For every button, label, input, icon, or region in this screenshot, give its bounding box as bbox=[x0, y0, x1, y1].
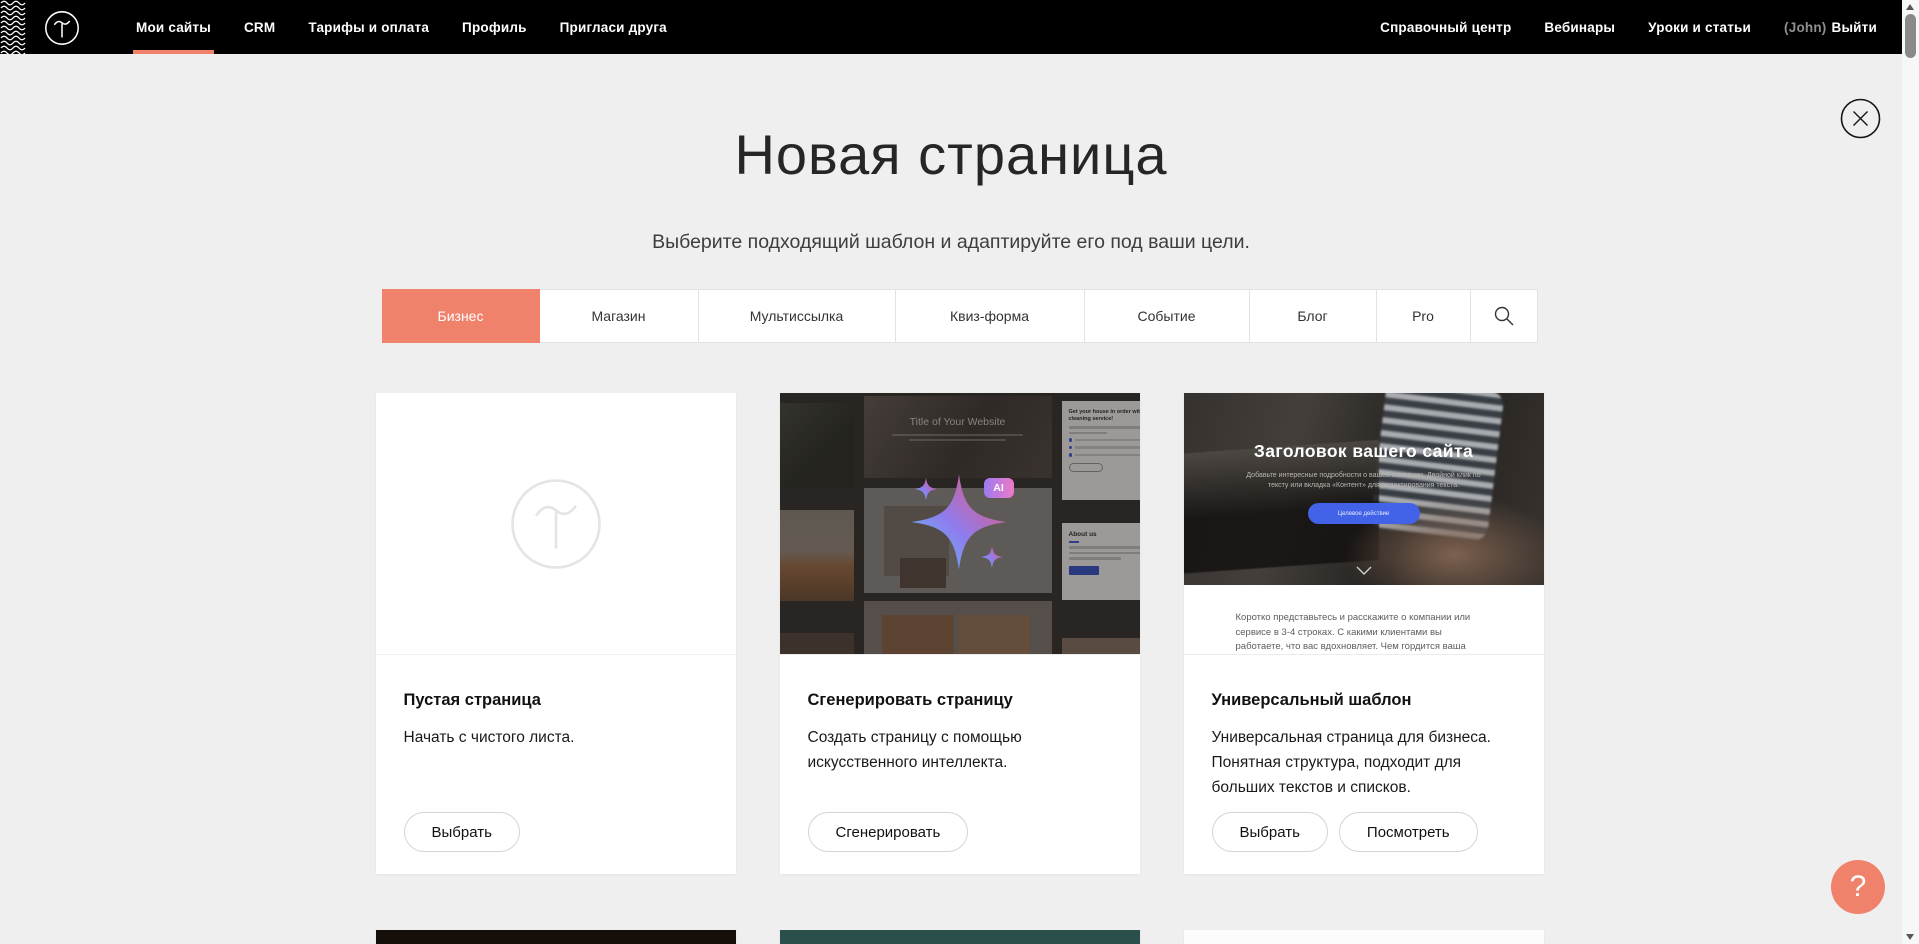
tab-label: Блог bbox=[1297, 308, 1327, 324]
logout-label: Выйти bbox=[1832, 20, 1878, 35]
tab-label: Квиз-форма bbox=[950, 308, 1029, 324]
search-icon bbox=[1493, 305, 1515, 327]
tab-label: Мультиссылка bbox=[750, 308, 844, 324]
choose-button[interactable]: Выбрать bbox=[1212, 812, 1328, 852]
nav-item-label: Тарифы и оплата bbox=[308, 20, 429, 35]
template-card-universal[interactable]: Заголовок вашего сайта Добавьте интересн… bbox=[1184, 393, 1544, 874]
template-card[interactable] bbox=[376, 930, 736, 944]
card-body: Универсальный шаблон Универсальная стран… bbox=[1184, 655, 1544, 874]
card-body: Пустая страница Начать с чистого листа. … bbox=[376, 655, 736, 874]
template-cards-row-2 bbox=[376, 930, 1544, 944]
card-description: Создать страницу с помощью искусственног… bbox=[808, 725, 1088, 775]
help-button[interactable]: ? bbox=[1831, 860, 1885, 914]
card-description: Универсальная страница для бизнеса. Поня… bbox=[1212, 725, 1512, 800]
card-title: Универсальный шаблон bbox=[1212, 691, 1516, 710]
tab-blog[interactable]: Блог bbox=[1250, 289, 1377, 343]
card-title: Пустая страница bbox=[404, 691, 708, 710]
nav-item-label: Справочный центр bbox=[1380, 20, 1511, 35]
tab-label: Бизнес bbox=[438, 308, 484, 324]
tab-business[interactable]: Бизнес bbox=[382, 289, 540, 343]
template-body-section: Коротко представьтесь и расскажите о ком… bbox=[1184, 585, 1544, 654]
nav-item-crm[interactable]: CRM bbox=[244, 0, 275, 54]
navbar-secondary-menu: Справочный центр Вебинары Уроки и статьи… bbox=[1380, 0, 1919, 54]
choose-button[interactable]: Выбрать bbox=[404, 812, 520, 852]
template-preview bbox=[780, 930, 1140, 944]
tab-label: Магазин bbox=[591, 308, 645, 324]
ai-sparkle-icon bbox=[780, 393, 1140, 655]
ai-collage-preview: Title of Your Website Get your house in … bbox=[780, 393, 1140, 655]
template-card-ai-generate[interactable]: Title of Your Website Get your house in … bbox=[780, 393, 1140, 874]
nav-item-label: Уроки и статьи bbox=[1648, 20, 1751, 35]
tab-quiz-form[interactable]: Квиз-форма bbox=[896, 289, 1085, 343]
blank-page-preview bbox=[376, 393, 736, 655]
page-title: Новая страница bbox=[0, 122, 1902, 187]
nav-item-invite-friend[interactable]: Пригласи друга bbox=[560, 0, 667, 54]
navbar-main-menu: Мои сайты CRM Тарифы и оплата Профиль Пр… bbox=[136, 0, 667, 54]
template-body-text: Коротко представьтесь и расскажите о ком… bbox=[1236, 611, 1492, 654]
scrollbar[interactable] bbox=[1902, 0, 1919, 944]
close-icon bbox=[1840, 98, 1881, 139]
tab-shop[interactable]: Магазин bbox=[540, 289, 699, 343]
nav-item-webinars[interactable]: Вебинары bbox=[1544, 0, 1615, 54]
template-preview bbox=[1184, 930, 1544, 944]
scrollbar-down-arrow-icon[interactable] bbox=[1906, 934, 1914, 940]
top-navbar: Мои сайты CRM Тарифы и оплата Профиль Пр… bbox=[0, 0, 1919, 54]
nav-item-lessons[interactable]: Уроки и статьи bbox=[1648, 0, 1751, 54]
card-body: Сгенерировать страницу Создать страницу … bbox=[780, 655, 1140, 874]
nav-item-help-center[interactable]: Справочный центр bbox=[1380, 0, 1511, 54]
preview-button[interactable]: Посмотреть bbox=[1339, 812, 1478, 852]
template-hero-title: Заголовок вашего сайта bbox=[1184, 441, 1544, 462]
template-cta-button: Целевое действие bbox=[1308, 503, 1420, 524]
nav-item-label: CRM bbox=[244, 20, 275, 35]
chevron-down-icon bbox=[1356, 566, 1372, 575]
nav-item-profile[interactable]: Профиль bbox=[462, 0, 527, 54]
scrollbar-thumb[interactable] bbox=[1905, 14, 1916, 58]
card-description: Начать с чистого листа. bbox=[404, 725, 704, 750]
tab-search-button[interactable] bbox=[1471, 289, 1538, 343]
drag-texture-icon bbox=[0, 0, 26, 54]
universal-template-preview: Заголовок вашего сайта Добавьте интересн… bbox=[1184, 393, 1544, 655]
tab-label: Pro bbox=[1412, 308, 1434, 324]
nav-item-label: Пригласи друга bbox=[560, 20, 667, 35]
nav-item-logout[interactable]: (John) Выйти bbox=[1784, 0, 1877, 54]
nav-item-label: Профиль bbox=[462, 20, 527, 35]
template-hero: Заголовок вашего сайта Добавьте интересн… bbox=[1184, 393, 1544, 585]
active-underline bbox=[133, 50, 214, 54]
nav-item-tariffs[interactable]: Тарифы и оплата bbox=[308, 0, 429, 54]
template-cards-row-1: Пустая страница Начать с чистого листа. … bbox=[376, 393, 1544, 874]
nav-item-my-sites[interactable]: Мои сайты bbox=[136, 0, 211, 54]
tab-event[interactable]: Событие bbox=[1085, 289, 1250, 343]
card-title: Сгенерировать страницу bbox=[808, 691, 1112, 710]
tab-multilink[interactable]: Мультиссылка bbox=[699, 289, 896, 343]
template-card-blank-page[interactable]: Пустая страница Начать с чистого листа. … bbox=[376, 393, 736, 874]
scrollbar-up-arrow-icon[interactable] bbox=[1906, 4, 1914, 10]
template-card[interactable] bbox=[780, 930, 1140, 944]
tab-pro[interactable]: Pro bbox=[1377, 289, 1471, 343]
tab-label: Событие bbox=[1138, 308, 1196, 324]
nav-item-label: Вебинары bbox=[1544, 20, 1615, 35]
page-subtitle: Выберите подходящий шаблон и адаптируйте… bbox=[0, 231, 1902, 254]
nav-item-label: Мои сайты bbox=[136, 20, 211, 35]
ai-badge: AI bbox=[984, 478, 1014, 498]
template-hero-subtitle: Добавьте интересные подробности о вашей … bbox=[1244, 471, 1484, 491]
generate-button[interactable]: Сгенерировать bbox=[808, 812, 969, 852]
template-card[interactable] bbox=[1184, 930, 1544, 944]
close-button[interactable] bbox=[1840, 98, 1881, 139]
tilda-watermark-icon bbox=[509, 477, 603, 571]
template-preview bbox=[376, 930, 736, 944]
ai-collage: Title of Your Website Get your house in … bbox=[780, 393, 1140, 654]
template-category-tabs: Бизнес Магазин Мультиссылка Квиз-форма С… bbox=[1, 289, 1919, 343]
user-name: (John) bbox=[1784, 20, 1826, 35]
tilda-logo-icon[interactable] bbox=[44, 10, 80, 46]
